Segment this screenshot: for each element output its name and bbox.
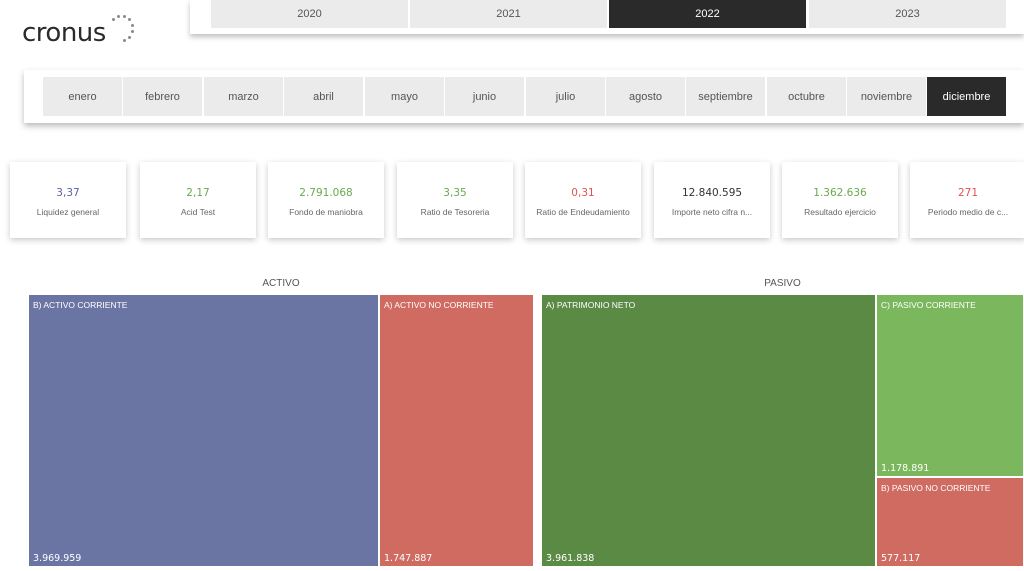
month-button-abril[interactable]: abril <box>284 77 363 116</box>
month-label: octubre <box>788 90 825 103</box>
kpi-label: Resultado ejercicio <box>804 207 876 217</box>
month-label: enero <box>68 90 97 103</box>
month-label: diciembre <box>942 90 991 103</box>
year-label: 2020 <box>297 8 322 20</box>
kpi-card-resultado-ejercicio: 1.362.636 Resultado ejercicio <box>782 162 898 238</box>
logo-dot <box>123 15 126 18</box>
tile-value: 1.747.887 <box>384 553 433 564</box>
month-label: mayo <box>391 90 418 103</box>
month-button-junio[interactable]: junio <box>445 77 524 116</box>
kpi-label: Periodo medio de c... <box>927 207 1009 217</box>
tile-a-activo-no-corriente[interactable]: A) ACTIVO NO CORRIENTE 1.747.887 <box>379 294 534 567</box>
month-label: noviembre <box>860 90 913 103</box>
month-label: marzo <box>228 90 259 103</box>
month-label: junio <box>472 90 497 103</box>
kpi-label: Liquidez general <box>36 207 100 217</box>
kpi-card-periodo-medio: 271 Periodo medio de c... <box>910 162 1024 238</box>
tile-label: C) PASIVO CORRIENTE <box>881 300 976 310</box>
kpi-value: 0,31 <box>571 187 595 199</box>
logo-dot <box>123 39 126 42</box>
tile-label: B) PASIVO NO CORRIENTE <box>881 483 991 493</box>
kpi-value: 2,17 <box>186 187 210 199</box>
tile-a-patrimonio-neto[interactable]: A) PATRIMONIO NETO 3.961.838 <box>541 294 876 567</box>
month-label: julio <box>555 90 576 103</box>
month-button-mayo[interactable]: mayo <box>365 77 444 116</box>
logo-dot <box>128 18 131 21</box>
month-label: agosto <box>628 90 663 103</box>
cronus-logo: cronus <box>22 14 134 54</box>
month-button-septiembre[interactable]: septiembre <box>686 77 765 116</box>
month-button-febrero[interactable]: febrero <box>123 77 202 116</box>
kpi-label: Ratio de Tesoreria <box>420 207 490 217</box>
logo-dot <box>112 18 115 21</box>
kpi-card-liquidez-general: 3,37 Liquidez general <box>10 162 126 238</box>
month-button-octubre[interactable]: octubre <box>767 77 846 116</box>
year-label: 2023 <box>895 8 920 20</box>
month-button-marzo[interactable]: marzo <box>204 77 283 116</box>
tile-label: A) PATRIMONIO NETO <box>546 300 636 310</box>
year-button-2023[interactable]: 2023 <box>809 0 1006 28</box>
month-label: septiembre <box>698 90 753 103</box>
kpi-label: Ratio de Endeudamiento <box>536 207 630 217</box>
year-label: 2022 <box>695 8 720 20</box>
logo-dot <box>117 15 120 18</box>
year-button-2022[interactable]: 2022 <box>609 0 806 28</box>
kpi-value: 3,37 <box>56 187 80 199</box>
kpi-label: Importe neto cifra n... <box>671 207 753 217</box>
kpi-card-ratio-de-tesoreria: 3,35 Ratio de Tesoreria <box>397 162 513 238</box>
logo-dot <box>131 24 134 27</box>
year-label: 2021 <box>496 8 521 20</box>
year-button-2020[interactable]: 2020 <box>211 0 408 28</box>
month-button-agosto[interactable]: agosto <box>606 77 685 116</box>
kpi-card-acid-test: 2,17 Acid Test <box>140 162 256 238</box>
activo-title: ACTIVO <box>262 278 300 289</box>
tile-value: 577.117 <box>881 553 921 564</box>
tile-b-pasivo-no-corriente[interactable]: B) PASIVO NO CORRIENTE 577.117 <box>876 477 1024 567</box>
year-slicer: 2020 2021 2022 2023 <box>190 0 1024 34</box>
kpi-value: 12.840.595 <box>681 187 743 199</box>
month-label: abril <box>313 90 334 103</box>
month-button-noviembre[interactable]: noviembre <box>847 77 926 116</box>
kpi-value: 2.791.068 <box>299 187 353 199</box>
kpi-value: 3,35 <box>443 187 467 199</box>
kpi-value: 271 <box>957 187 979 199</box>
logo-text: cronus <box>22 18 106 48</box>
pasivo-title: PASIVO <box>764 278 801 289</box>
logo-dot <box>128 36 131 39</box>
kpi-label: Acid Test <box>180 207 216 217</box>
tile-label: A) ACTIVO NO CORRIENTE <box>384 300 494 310</box>
year-button-2021[interactable]: 2021 <box>410 0 607 28</box>
kpi-card-importe-neto-cifra: 12.840.595 Importe neto cifra n... <box>654 162 770 238</box>
month-button-julio[interactable]: julio <box>526 77 605 116</box>
logo-dot <box>131 30 134 33</box>
tile-c-pasivo-corriente[interactable]: C) PASIVO CORRIENTE 1.178.891 <box>876 294 1024 477</box>
tile-value: 3.961.838 <box>546 553 595 564</box>
tile-value: 3.969.959 <box>33 553 82 564</box>
month-button-enero[interactable]: enero <box>43 77 122 116</box>
month-label: febrero <box>145 90 180 103</box>
kpi-card-ratio-de-endeudamiento: 0,31 Ratio de Endeudamiento <box>525 162 641 238</box>
kpi-card-fondo-de-maniobra: 2.791.068 Fondo de maniobra <box>268 162 384 238</box>
month-slicer: enero febrero marzo abril mayo junio jul… <box>24 70 1024 123</box>
kpi-label: Fondo de maniobra <box>289 207 363 217</box>
kpi-value: 1.362.636 <box>813 187 867 199</box>
month-button-diciembre[interactable]: diciembre <box>927 77 1006 116</box>
tile-label: B) ACTIVO CORRIENTE <box>33 300 128 310</box>
tile-b-activo-corriente[interactable]: B) ACTIVO CORRIENTE 3.969.959 <box>28 294 379 567</box>
tile-value: 1.178.891 <box>881 463 930 474</box>
